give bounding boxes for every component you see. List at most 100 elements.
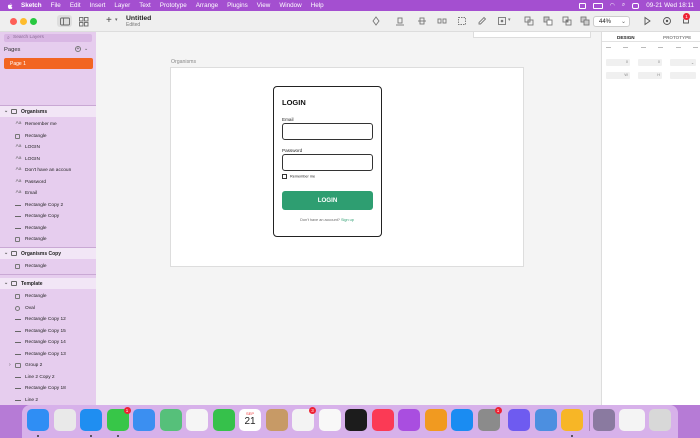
dock-mail-icon[interactable] — [133, 409, 155, 431]
menu-layer[interactable]: Layer — [114, 2, 130, 9]
dock-messages-icon[interactable]: 1 — [106, 407, 131, 437]
group-expand-icon[interactable]: › — [9, 362, 11, 368]
union-icon[interactable] — [524, 16, 534, 26]
dock-podcasts-icon[interactable] — [398, 409, 420, 431]
dock-system-preferences-icon[interactable]: 1 — [477, 407, 502, 431]
layer-item[interactable]: Aa Password — [0, 177, 96, 188]
insert-chevron-icon[interactable]: ▾ — [115, 17, 118, 23]
artboard[interactable]: LOGIN Email Password Remember me LOGIN D… — [170, 67, 524, 267]
dock-launchpad-icon[interactable] — [53, 409, 76, 431]
layer-item[interactable]: Rectangle — [0, 291, 96, 302]
search-icon[interactable]: ⌕ — [622, 2, 625, 9]
distribute-icon[interactable] — [437, 16, 447, 26]
height-field[interactable]: H — [638, 72, 662, 79]
menu-window[interactable]: Window — [279, 2, 301, 9]
preview-play-icon[interactable] — [642, 16, 652, 26]
difference-icon[interactable] — [580, 16, 590, 26]
login-button[interactable]: LOGIN — [282, 191, 373, 210]
layer-item[interactable]: Oval — [0, 303, 96, 314]
align-vmiddle-icon[interactable] — [675, 47, 681, 52]
menu-edit[interactable]: Edit — [70, 2, 81, 9]
menu-prototype[interactable]: Prototype — [160, 2, 187, 9]
prototype-hotspot-icon[interactable] — [371, 16, 381, 26]
tab-prototype[interactable]: PROTOTYPE — [663, 35, 691, 40]
dock-calendar-icon[interactable]: SEP 21 — [239, 409, 261, 431]
position-x-field[interactable]: 0 — [606, 59, 630, 66]
dock-trash-icon[interactable] — [649, 409, 671, 431]
layer-item[interactable]: Line 2 — [0, 395, 96, 406]
group-collapse-icon[interactable]: ⌄ — [4, 280, 8, 286]
artboard-label[interactable]: Organisms — [171, 59, 196, 65]
password-field[interactable] — [282, 154, 373, 171]
cloud-share-icon[interactable] — [662, 16, 672, 26]
align-top-icon[interactable] — [658, 47, 664, 52]
position-y-field[interactable]: 0 — [638, 59, 662, 66]
layer-item[interactable]: Aa LOGIN — [0, 154, 96, 165]
layer-item[interactable]: Rectangle Copy 15 — [0, 326, 96, 337]
align-right-icon[interactable] — [640, 47, 646, 52]
dock-notes-icon[interactable] — [318, 409, 341, 431]
subtract-icon[interactable] — [543, 16, 553, 26]
align-left-icon[interactable] — [606, 47, 611, 52]
layer-item[interactable]: Aa Don't have an accoun — [0, 165, 96, 176]
dock-keynote-icon[interactable] — [424, 409, 447, 431]
menu-insert[interactable]: Insert — [90, 2, 106, 9]
canvas[interactable]: Organisms LOGIN Email Password Remember … — [96, 32, 601, 405]
constraint-field[interactable] — [670, 72, 696, 79]
layer-item[interactable]: Aa Remember me — [0, 119, 96, 130]
dock-folder-icon[interactable] — [592, 409, 615, 431]
remember-me-checkbox[interactable] — [282, 174, 287, 179]
pages-collapse-icon[interactable]: ⌄ — [84, 46, 88, 52]
search-layers-field[interactable]: ⌕ Search Layers — [4, 34, 92, 42]
login-title[interactable]: LOGIN — [282, 98, 306, 107]
align-bottom-icon[interactable] — [395, 16, 405, 26]
menu-arrange[interactable]: Arrange — [196, 2, 218, 9]
layer-item[interactable]: Rectangle Copy 2 — [0, 200, 96, 211]
display-icon[interactable] — [578, 2, 586, 9]
zoom-select[interactable]: 44% ⌄ — [593, 16, 630, 27]
layer-item[interactable]: Line 2 Copy 2 — [0, 372, 96, 383]
menu-sketch[interactable]: Sketch — [21, 2, 42, 9]
dock-photos-icon[interactable] — [186, 409, 208, 431]
width-field[interactable]: W — [606, 72, 630, 79]
layer-item[interactable]: › Group 2 — [0, 360, 96, 371]
layer-item[interactable]: Aa LOGIN — [0, 142, 96, 153]
page-item-active[interactable]: Page 1 — [4, 58, 93, 69]
dock-facetime-icon[interactable] — [212, 409, 235, 431]
frame-icon[interactable] — [457, 16, 467, 26]
add-page-button[interactable]: + — [75, 46, 81, 52]
menu-text[interactable]: Text — [139, 2, 151, 9]
insert-plus-icon[interactable]: + — [106, 15, 112, 26]
signup-link[interactable]: Sign up — [341, 218, 354, 222]
login-card[interactable]: LOGIN Email Password Remember me LOGIN D… — [273, 86, 382, 237]
intersect-icon[interactable] — [562, 16, 572, 26]
dock-maps-icon[interactable] — [159, 409, 182, 431]
dock-tv-icon[interactable] — [345, 409, 367, 431]
components-grid-icon[interactable] — [79, 17, 89, 27]
layer-item[interactable]: Rectangle Copy — [0, 211, 96, 222]
layer-item[interactable]: Rectangle Copy 14 — [0, 337, 96, 348]
layer-item[interactable]: Rectangle — [0, 261, 96, 272]
wifi-icon[interactable]: ◠ — [610, 2, 615, 9]
layer-item[interactable]: Rectangle Copy 18 — [0, 383, 96, 394]
layer-item[interactable]: Rectangle — [0, 223, 96, 234]
menu-file[interactable]: File — [51, 2, 61, 9]
password-label[interactable]: Password — [282, 148, 302, 153]
email-field[interactable] — [282, 123, 373, 140]
layer-group-organisms[interactable]: ⌄ Organisms — [0, 106, 96, 117]
menu-help[interactable]: Help — [311, 2, 324, 9]
menu-plugins[interactable]: Plugins — [227, 2, 248, 9]
minimize-window-button[interactable] — [20, 18, 27, 25]
align-middle-icon[interactable] — [417, 16, 427, 26]
layer-item[interactable]: Rectangle Copy 13 — [0, 349, 96, 360]
battery-icon[interactable] — [592, 2, 603, 9]
layer-item[interactable]: Rectangle — [0, 131, 96, 142]
dock-window-icon[interactable] — [619, 409, 645, 431]
apple-logo-icon[interactable] — [6, 2, 14, 10]
menu-view[interactable]: View — [257, 2, 271, 9]
align-bottom-icon[interactable] — [692, 47, 698, 52]
align-center-icon[interactable] — [623, 47, 629, 52]
edit-pencil-icon[interactable] — [477, 16, 487, 26]
close-window-button[interactable] — [10, 18, 17, 25]
dock-finder-icon[interactable] — [27, 409, 49, 437]
